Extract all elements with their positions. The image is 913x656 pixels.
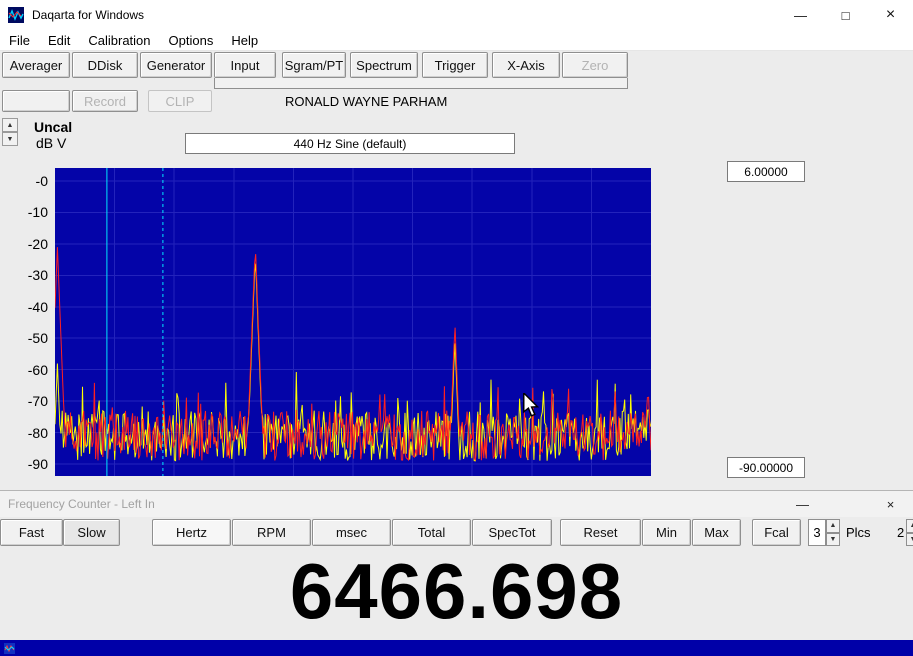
spectrum-button[interactable]: Spectrum bbox=[350, 52, 418, 78]
counter-title: Frequency Counter - Left In bbox=[8, 497, 155, 511]
x-axis-button[interactable]: X-Axis bbox=[492, 52, 560, 78]
counter-titlebar[interactable]: Frequency Counter - Left In — × bbox=[0, 491, 913, 517]
y-tick-label: -20 bbox=[27, 236, 48, 252]
app-icon bbox=[8, 7, 24, 23]
zero-button: Zero bbox=[562, 52, 628, 78]
bottom-window-bar[interactable] bbox=[0, 640, 913, 656]
titlebar[interactable]: Daqarta for Windows — □ × bbox=[0, 0, 913, 30]
fcal-button[interactable]: Fcal bbox=[752, 519, 801, 546]
menu-help[interactable]: Help bbox=[222, 30, 267, 50]
uncal-label: Uncal bbox=[34, 119, 73, 135]
y-tick-label: -90 bbox=[27, 456, 48, 472]
counter-minimize-button[interactable]: — bbox=[780, 491, 825, 517]
generator-title-field[interactable]: 440 Hz Sine (default) bbox=[185, 133, 515, 154]
axis-spin-up-button[interactable]: ▲ bbox=[2, 118, 18, 132]
y-tick-label: -70 bbox=[27, 393, 48, 409]
menu-calibration[interactable]: Calibration bbox=[79, 30, 159, 50]
spectrum-traces bbox=[54, 168, 652, 476]
y-tick-label: -40 bbox=[27, 299, 48, 315]
window-title: Daqarta for Windows bbox=[32, 8, 145, 22]
mouse-cursor bbox=[523, 393, 540, 417]
fast-button[interactable]: Fast bbox=[0, 519, 63, 546]
y-min-value-field[interactable]: -90.00000 bbox=[727, 457, 805, 478]
maximize-button[interactable]: □ bbox=[823, 0, 868, 30]
record-button: Record bbox=[72, 90, 138, 112]
y-tick-label: -50 bbox=[27, 330, 48, 346]
spectrum-plot[interactable] bbox=[54, 168, 652, 476]
y-tick-label: -10 bbox=[27, 204, 48, 220]
clip-indicator: CLIP bbox=[148, 90, 212, 112]
plcs-spin-down-button[interactable]: ▼ bbox=[826, 532, 840, 546]
minimize-button[interactable]: — bbox=[778, 0, 823, 30]
toolbar-tab-strip bbox=[214, 78, 628, 89]
blank-button[interactable] bbox=[2, 90, 70, 112]
averager-button[interactable]: Averager bbox=[2, 52, 70, 78]
y-max-value-field[interactable]: 6.00000 bbox=[727, 161, 805, 182]
y-tick-label: -80 bbox=[27, 425, 48, 441]
axis-spinner: ▲ ▼ bbox=[2, 118, 18, 146]
total-button[interactable]: Total bbox=[392, 519, 471, 546]
frequency-counter-window: Frequency Counter - Left In — × Fast Slo… bbox=[0, 490, 913, 640]
slow-button[interactable]: Slow bbox=[63, 519, 120, 546]
input-button[interactable]: Input bbox=[214, 52, 276, 78]
right-spin-down-button[interactable]: ▼ bbox=[906, 532, 913, 546]
bottom-bar-icon bbox=[4, 642, 15, 654]
y-tick-label: -60 bbox=[27, 362, 48, 378]
axis-spin-down-button[interactable]: ▼ bbox=[2, 132, 18, 146]
counter-close-button[interactable]: × bbox=[868, 491, 913, 517]
menubar: File Edit Calibration Options Help bbox=[0, 30, 913, 51]
y-tick-label: -0 bbox=[35, 173, 48, 189]
right-spin-up-button[interactable]: ▲ bbox=[906, 519, 913, 533]
daqarta-window: Daqarta for Windows — □ × File Edit Cali… bbox=[0, 0, 913, 656]
reset-button[interactable]: Reset bbox=[560, 519, 641, 546]
plcs-value-field[interactable]: 3 bbox=[808, 519, 826, 546]
menu-edit[interactable]: Edit bbox=[39, 30, 79, 50]
user-name-label: RONALD WAYNE PARHAM bbox=[285, 94, 448, 109]
min-button[interactable]: Min bbox=[642, 519, 691, 546]
msec-button[interactable]: msec bbox=[312, 519, 391, 546]
rpm-button[interactable]: RPM bbox=[232, 519, 311, 546]
max-button[interactable]: Max bbox=[692, 519, 741, 546]
right-edge-value: 2 bbox=[897, 525, 905, 540]
menu-options[interactable]: Options bbox=[160, 30, 223, 50]
hertz-button[interactable]: Hertz bbox=[152, 519, 231, 546]
generator-button[interactable]: Generator bbox=[140, 52, 212, 78]
trigger-button[interactable]: Trigger bbox=[422, 52, 488, 78]
sgram-pt-button[interactable]: Sgram/PT bbox=[282, 52, 346, 78]
menu-file[interactable]: File bbox=[0, 30, 39, 50]
frequency-reading: 6466.698 bbox=[289, 547, 624, 635]
close-button[interactable]: × bbox=[868, 0, 913, 30]
plcs-spinner: 3 ▲ ▼ bbox=[808, 519, 840, 546]
plcs-spin-up-button[interactable]: ▲ bbox=[826, 519, 840, 533]
y-axis-units-label: dB V bbox=[36, 135, 67, 151]
ddisk-button[interactable]: DDisk bbox=[72, 52, 138, 78]
y-tick-label: -30 bbox=[27, 267, 48, 283]
plcs-label: Plcs bbox=[846, 525, 871, 540]
spectot-button[interactable]: SpecTot bbox=[472, 519, 552, 546]
